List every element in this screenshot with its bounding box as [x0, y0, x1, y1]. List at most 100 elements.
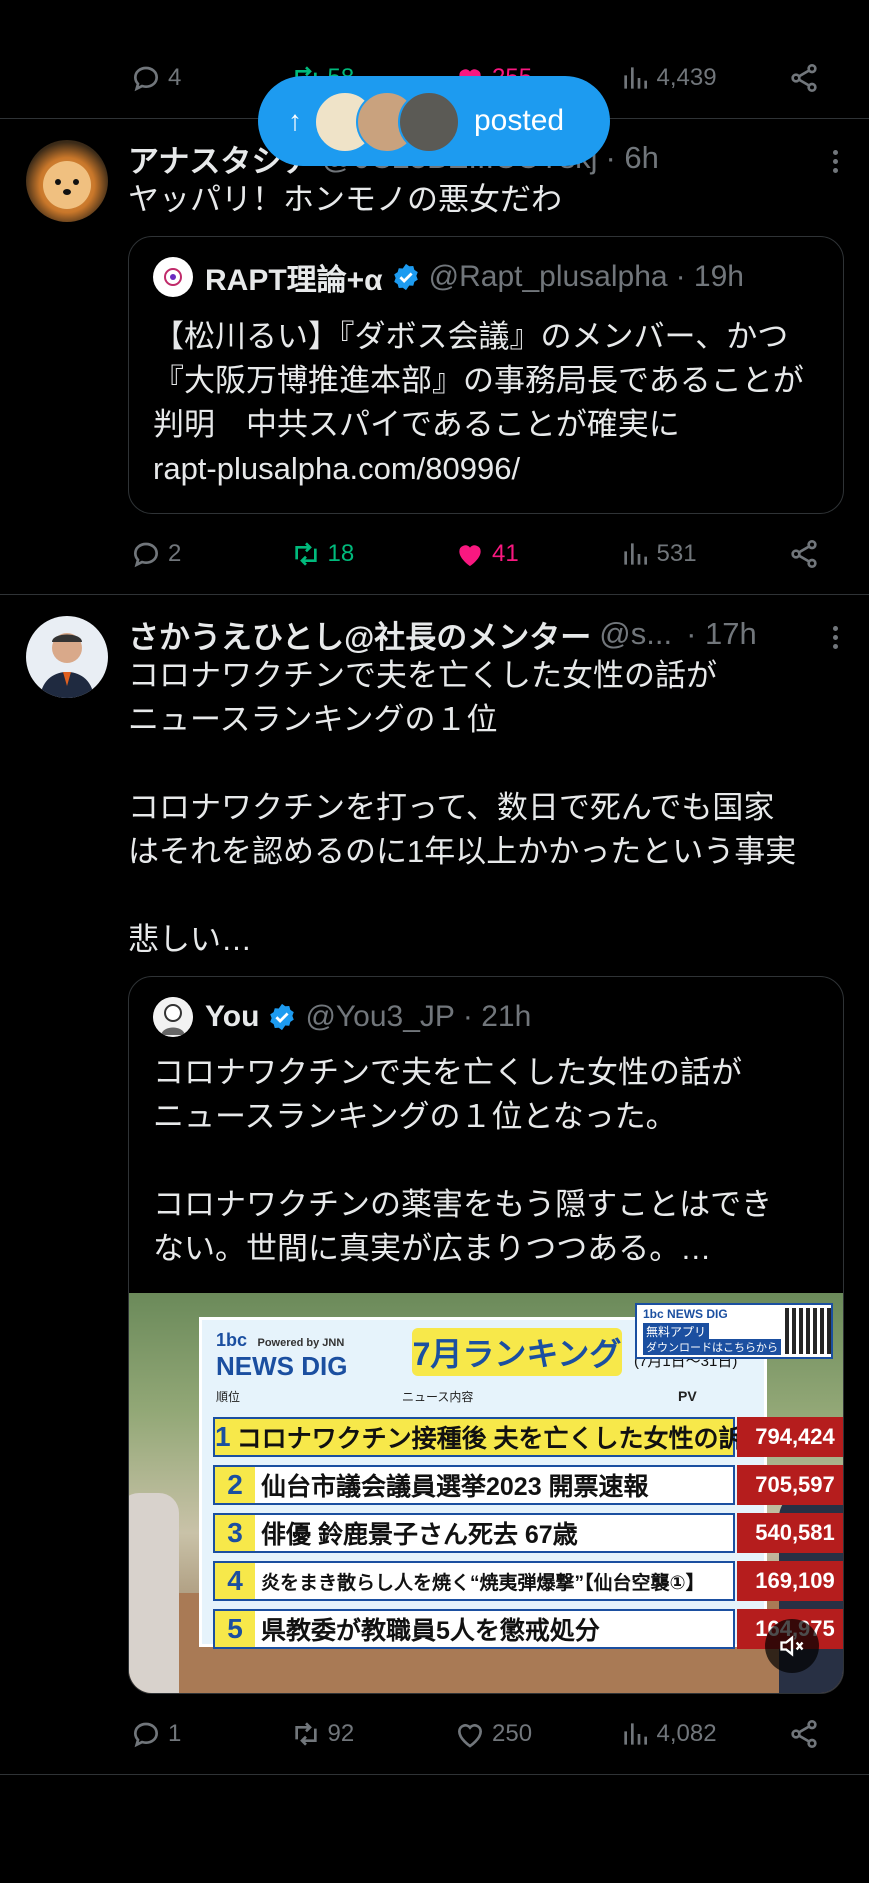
- rapt-logo-icon: [164, 268, 182, 286]
- rank-headline: 仙台市議会議員選挙2023 開票速報: [261, 1473, 649, 1501]
- tweet-time[interactable]: · 17h: [686, 616, 757, 652]
- mute-button[interactable]: [765, 1619, 819, 1673]
- rank-headline: 県教委が教職員5人を懲戒処分: [261, 1617, 600, 1645]
- tweet-text: ヤッパリ！ホンモノの悪女だわ: [128, 182, 562, 217]
- views-button[interactable]: 531: [619, 538, 788, 570]
- video-media[interactable]: 1bc Powered by JNN NEWS DIG 7月ランキング (7月1…: [129, 1293, 843, 1693]
- rank-headline: 炎をまき散らし人を焼く“焼夷弾爆撃”【仙台空襲①】: [261, 1572, 705, 1594]
- more-options-icon[interactable]: [833, 146, 839, 177]
- share-icon: [791, 540, 817, 568]
- verified-badge-icon: [270, 1003, 295, 1031]
- author-handle[interactable]: @s...: [599, 616, 672, 652]
- tweet-action-bar: 2 18 41 531: [130, 534, 820, 574]
- app-brand-name: NEWS DIG: [667, 1307, 728, 1321]
- brand-name: NEWS DIG: [216, 1351, 348, 1381]
- quote-header: You @You3_JP · 21h: [153, 997, 531, 1037]
- reply-count: 1: [168, 1720, 182, 1747]
- divider: [0, 1774, 869, 1775]
- ranking-row: 1 コロナワクチン接種後 夫を亡くした女性の訴え: [213, 1417, 769, 1457]
- rank-pv: 705,597: [737, 1465, 843, 1505]
- like-count: 250: [492, 1720, 533, 1747]
- reply-button[interactable]: 2: [130, 538, 290, 570]
- app-note-2: ダウンロードはこちらから: [643, 1339, 781, 1355]
- views-count: 531: [656, 540, 697, 567]
- quote-author-avatar: [153, 257, 193, 297]
- quote-handle: @Rapt_plusalpha: [428, 260, 668, 293]
- views-icon: [623, 543, 647, 565]
- author-avatar[interactable]: [26, 616, 108, 698]
- quote-time: · 21h: [462, 1000, 532, 1033]
- ranking-row: 2 仙台市議会議員選挙2023 開票速報: [213, 1465, 735, 1505]
- tweet-header: さかうえひとし@社長のメンター @s... · 17h: [128, 612, 757, 657]
- views-button[interactable]: 4,439: [619, 62, 788, 94]
- qr-code-icon: [785, 1308, 831, 1354]
- app-brand-prefix: 1bc: [643, 1307, 664, 1321]
- app-promo: 1bc NEWS DIG 無料アプリ ダウンロードはこちらから: [635, 1303, 833, 1359]
- heart-icon: [459, 545, 481, 566]
- retweet-icon: [294, 1722, 317, 1746]
- quoted-tweet[interactable]: RAPT理論+α @Rapt_plusalpha · 19h 【松川るい】『ダボ…: [128, 236, 844, 514]
- views-button[interactable]: 4,082: [619, 1718, 788, 1750]
- views-count: 4,082: [656, 1720, 717, 1747]
- retweet-count: 92: [327, 1720, 355, 1747]
- retweet-icon: [294, 542, 317, 566]
- ranking-row: 3 俳優 鈴鹿景子さん死去 67歳: [213, 1513, 735, 1553]
- quote-link[interactable]: rapt-plusalpha.com/80996/: [153, 447, 520, 491]
- views-count: 4,439: [656, 64, 717, 91]
- quote-text: コロナワクチンで夫を亡くした女性の話が ニュースランキングの１位となった。 コロ…: [153, 1055, 773, 1266]
- app-brand: 1bc NEWS DIG: [643, 1307, 728, 1321]
- quote-header: RAPT理論+α @Rapt_plusalpha · 19h: [153, 257, 744, 297]
- board-brand: 1bc Powered by JNN NEWS DIG: [216, 1330, 347, 1382]
- presenter-left: [129, 1493, 179, 1693]
- quote-text: 【松川るい】『ダボス会議』のメンバー、かつ『大阪万博推進本部』の事務局長であるこ…: [153, 319, 804, 442]
- reply-icon: [133, 1722, 159, 1748]
- rank-number: 5: [215, 1611, 255, 1647]
- quote-time: · 19h: [675, 260, 744, 293]
- pill-avatars: [314, 91, 460, 153]
- like-button[interactable]: 41: [454, 538, 619, 570]
- ranking-row: 5 県教委が教職員5人を懲戒処分: [213, 1609, 735, 1649]
- rank-number: 1: [215, 1419, 231, 1455]
- pill-avatar: [398, 91, 460, 153]
- quote-author-name: You: [205, 1000, 260, 1033]
- reply-button[interactable]: 4: [130, 62, 290, 94]
- rank-headline: 俳優 鈴鹿景子さん死去 67歳: [261, 1521, 578, 1549]
- tweet-text: コロナワクチンで夫を亡くした女性の話が ニュースランキングの１位 コロナワクチン…: [128, 658, 797, 957]
- share-icon: [791, 1720, 817, 1748]
- cartoon-avatar-icon: [153, 997, 193, 1037]
- quoted-tweet[interactable]: You @You3_JP · 21h コロナワクチンで夫を亡くした女性の話が ニ…: [128, 976, 844, 1694]
- quote-author-avatar: [153, 997, 193, 1037]
- reply-button[interactable]: 1: [130, 1718, 290, 1750]
- retweet-button[interactable]: 92: [290, 1718, 455, 1750]
- tweet-time[interactable]: · 6h: [606, 140, 659, 176]
- app-note-1: 無料アプリ: [643, 1323, 710, 1340]
- reply-icon: [133, 542, 159, 568]
- rank-pv: 794,424: [737, 1417, 843, 1457]
- like-button[interactable]: 250: [454, 1718, 619, 1750]
- rank-number: 4: [215, 1563, 255, 1599]
- like-count: 41: [492, 540, 519, 567]
- retweet-button[interactable]: 18: [290, 538, 455, 570]
- author-avatar[interactable]: [26, 140, 108, 222]
- share-button[interactable]: [788, 1718, 820, 1750]
- views-icon: [623, 67, 647, 89]
- reply-count: 2: [168, 540, 182, 567]
- rank-pv: 169,109: [737, 1561, 843, 1601]
- share-button[interactable]: [788, 62, 820, 94]
- col-rank: 順位: [216, 1390, 241, 1404]
- retweet-count: 18: [327, 540, 355, 567]
- board-title: 7月ランキング: [412, 1328, 622, 1376]
- author-name[interactable]: さかうえひとし@社長のメンター: [128, 612, 591, 657]
- share-icon: [791, 64, 817, 92]
- more-options-icon[interactable]: [833, 622, 839, 653]
- dog-avatar-icon: [43, 161, 91, 209]
- mute-icon: [780, 1635, 804, 1657]
- ranking-row: 4 炎をまき散らし人を焼く“焼夷弾爆撃”【仙台空襲①】: [213, 1561, 735, 1601]
- new-posts-pill[interactable]: ↑ posted: [258, 76, 610, 166]
- rank-number: 3: [215, 1515, 255, 1551]
- tweet-action-bar: 1 92 250 4,082: [130, 1714, 820, 1754]
- share-button[interactable]: [788, 538, 820, 570]
- reply-count: 4: [168, 64, 182, 91]
- reply-icon: [133, 66, 159, 92]
- powered-by: Powered by JNN: [257, 1337, 345, 1349]
